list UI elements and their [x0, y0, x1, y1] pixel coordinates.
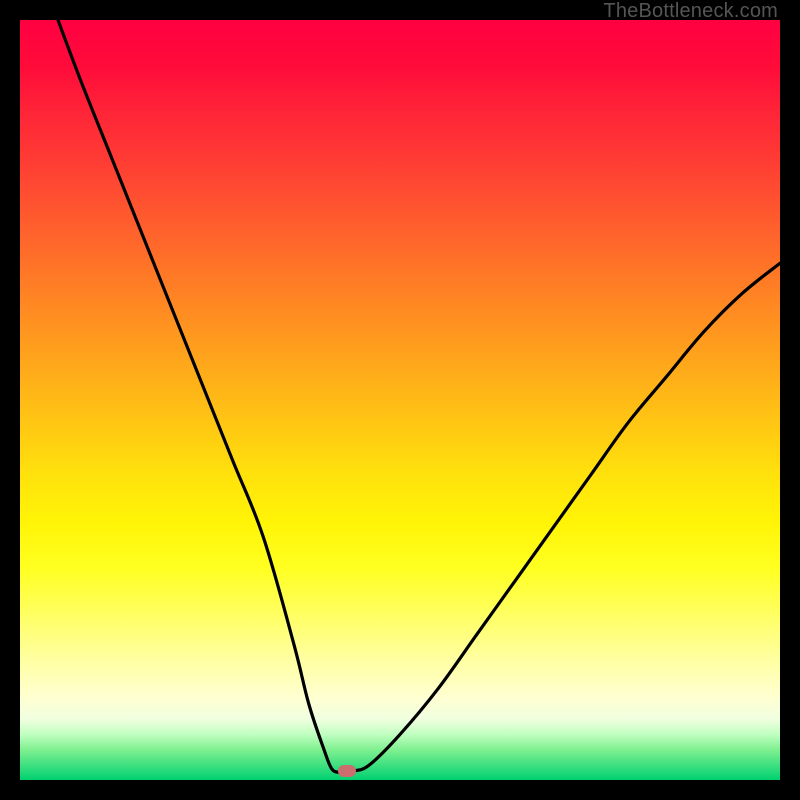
plot-area [20, 20, 780, 780]
optimal-point-marker [338, 765, 356, 777]
bottleneck-curve [20, 20, 780, 780]
watermark-text: TheBottleneck.com [603, 0, 778, 23]
chart-frame: TheBottleneck.com [0, 0, 800, 800]
